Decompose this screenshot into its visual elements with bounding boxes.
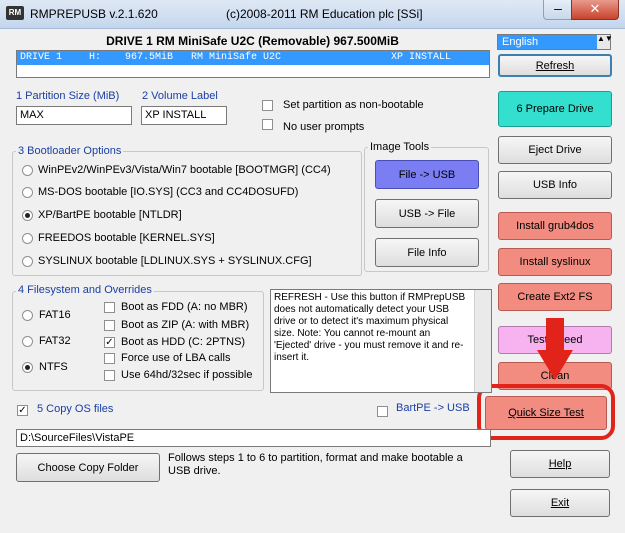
non-bootable-checkbox[interactable] [262,100,273,111]
eject-drive-label: Eject Drive [528,144,582,156]
info-text-box[interactable]: REFRESH - Use this button if RMPrepUSB d… [270,289,492,393]
exit-label: Exit [550,497,570,509]
override-64hd-label: Use 64hd/32sec if possible [121,369,253,381]
fs-radio-ntfs[interactable] [22,362,33,373]
create-ext2-label: Create Ext2 FS [517,291,593,303]
drive-size: 967.5MiB [125,52,174,63]
override-fdd-label: Boot as FDD (A: no MBR) [121,301,248,313]
bootloader-option-xp: XP/BartPE bootable [NTLDR] [38,209,182,221]
override-lba-checkbox[interactable] [104,353,115,364]
bootloader-radio-freedos[interactable] [22,233,33,244]
drive-list[interactable]: DRIVE 1 H: 967.5MiB RM MiniSafe U2C XP I… [16,50,490,78]
prepare-drive-label: 6 Prepare Drive [516,103,594,115]
fs-label-fat16: FAT16 [39,309,71,321]
choose-copy-folder-label: Choose Copy Folder [37,461,139,474]
usb-info-label: USB Info [532,179,578,191]
filesystem-group-title: 4 Filesystem and Overrides [16,284,154,296]
install-syslinux-button[interactable]: Install syslinux [498,248,612,276]
choose-copy-folder-button[interactable]: Choose Copy Folder [16,453,160,482]
file-to-usb-button[interactable]: File -> USB [375,160,479,189]
info-text: REFRESH - Use this button if RMPrepUSB d… [274,292,466,363]
refresh-label: Refresh [535,59,575,72]
drive-row[interactable]: DRIVE 1 H: 967.5MiB RM MiniSafe U2C XP I… [17,51,489,65]
footer-instructions: Follows steps 1 to 6 to partition, forma… [168,452,463,477]
eject-drive-button[interactable]: Eject Drive [498,136,612,164]
usb-to-file-button[interactable]: USB -> File [375,199,479,228]
file-to-usb-label: File -> USB [398,168,456,181]
help-button[interactable]: Help [510,450,610,478]
bartpe-label: BartPE -> USB [396,402,470,414]
override-zip-checkbox[interactable] [104,320,115,331]
bootloader-option-msdos: MS-DOS bootable [IO.SYS] (CC3 and CC4DOS… [38,186,299,198]
volume-label-input[interactable]: XP INSTALL [141,106,227,125]
rmprepusb-window: RM RMPREPUSB v.2.1.620 (c)2008-2011 RM E… [0,0,625,533]
fs-label-fat32: FAT32 [39,335,71,347]
spin-arrows-icon[interactable]: ▲▼ [597,35,613,49]
bootloader-option-freedos: FREEDOS bootable [KERNEL.SYS] [38,232,215,244]
language-value: English [502,36,539,48]
bootloader-option-winpe: WinPEv2/WinPEv3/Vista/Win7 bootable [BOO… [38,164,331,176]
bootloader-radio-syslinux[interactable] [22,256,33,267]
copy-os-label: 5 Copy OS files [37,403,114,415]
no-prompts-label: No user prompts [283,121,365,133]
override-zip-label: Boot as ZIP (A: with MBR) [121,319,250,331]
info-scrollbar[interactable] [474,290,491,392]
bootloader-option-syslinux: SYSLINUX bootable [LDLINUX.SYS + SYSLINU… [38,255,312,267]
copyright-text: (c)2008-2011 RM Education plc [SSi] [226,7,423,21]
help-label: Help [548,458,572,470]
bootloader-group-title: 3 Bootloader Options [16,145,124,157]
non-bootable-label: Set partition as non-bootable [283,99,424,111]
red-arrow-shaft [546,318,564,352]
source-path-input[interactable]: D:\SourceFiles\VistaPE [16,429,491,447]
override-hdd-label: Boot as HDD (C: 2PTNS) [121,336,246,348]
volume-label-label: 2 Volume Label [142,90,218,102]
fs-label-ntfs: NTFS [39,361,68,373]
minimize-button[interactable]: – [543,0,573,20]
partition-size-label: 1 Partition Size (MiB) [16,90,120,102]
override-hdd-checkbox[interactable]: ✓ [104,337,115,348]
image-tools-title: Image Tools [368,141,432,153]
exit-button[interactable]: Exit [510,489,610,517]
copy-os-checkbox[interactable]: ✓ [17,405,28,416]
prepare-drive-button[interactable]: 6 Prepare Drive [498,91,612,127]
window-title: RMPREPUSB v.2.1.620 [30,7,158,21]
usb-to-file-label: USB -> File [398,207,456,220]
override-64hd-checkbox[interactable] [104,370,115,381]
drive-letter: H: [89,52,102,63]
partition-size-input[interactable]: MAX [16,106,132,125]
app-icon: RM [6,6,24,20]
bootloader-radio-xp[interactable] [22,210,33,221]
install-grub4dos-label: Install grub4dos [516,220,594,232]
bartpe-checkbox[interactable] [377,406,388,417]
usb-info-button[interactable]: USB Info [498,171,612,199]
highlight-ring [477,384,615,440]
file-info-label: File Info [407,246,447,259]
red-arrow-icon [537,350,573,380]
drive-number: DRIVE 1 [20,52,63,63]
create-ext2-button[interactable]: Create Ext2 FS [498,283,612,311]
close-button[interactable]: ✕ [571,0,619,20]
drive-name: RM MiniSafe U2C [191,52,282,63]
no-prompts-checkbox[interactable] [262,119,273,130]
bootloader-radio-msdos[interactable] [22,187,33,198]
refresh-button[interactable]: Refresh [498,54,612,77]
bootloader-radio-winpe[interactable] [22,165,33,176]
override-lba-label: Force use of LBA calls [121,352,231,364]
install-syslinux-label: Install syslinux [519,256,591,268]
install-grub4dos-button[interactable]: Install grub4dos [498,212,612,240]
language-select[interactable]: English ▲▼ [497,34,613,50]
override-fdd-checkbox[interactable] [104,302,115,313]
fs-radio-fat16[interactable] [22,310,33,321]
drive-status: XP INSTALL [391,52,452,63]
file-info-button[interactable]: File Info [375,238,479,267]
fs-radio-fat32[interactable] [22,336,33,347]
drive-title: DRIVE 1 RM MiniSafe U2C (Removable) 967.… [106,34,399,48]
